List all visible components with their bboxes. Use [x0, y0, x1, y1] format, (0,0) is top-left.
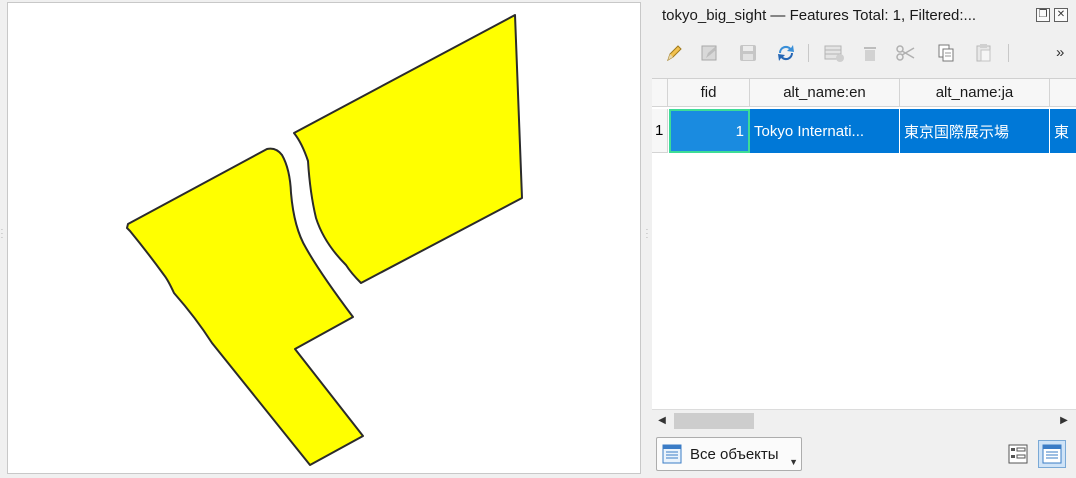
dock-title: tokyo_big_sight — Features Total: 1, Fil…	[662, 7, 977, 24]
table-icon	[662, 444, 682, 464]
attribute-table: fid alt_name:en alt_name:ja 1 1 Tokyo In…	[652, 78, 1076, 430]
column-header-fid[interactable]: fid	[668, 79, 750, 107]
close-icon: ✕	[1056, 9, 1066, 20]
column-header-alt-name-en[interactable]: alt_name:en	[750, 79, 900, 107]
table-cell-fid[interactable]: 1	[669, 109, 750, 153]
table-cell-next[interactable]: 東	[1050, 109, 1076, 153]
pencil-icon	[667, 45, 682, 62]
toolbar-separator	[1008, 44, 1009, 62]
restore-icon: ❐	[1038, 9, 1048, 20]
map-svg	[126, 14, 523, 466]
close-dock-button[interactable]: ✕	[1054, 8, 1068, 22]
table-view-button[interactable]	[1038, 440, 1066, 468]
copy-icon	[938, 44, 954, 62]
form-view-icon	[1008, 444, 1028, 464]
attribute-table-dock: tokyo_big_sight — Features Total: 1, Fil…	[652, 0, 1076, 478]
feature-filter-dropdown[interactable]: Все объекты ▼	[656, 437, 802, 471]
cell-text: 東京国際展示場	[904, 123, 1010, 141]
row-header[interactable]: 1	[652, 109, 668, 153]
feature-polygon-east[interactable]	[293, 14, 523, 284]
cell-text: Tokyo Internati...	[754, 122, 865, 140]
paste-button[interactable]	[972, 41, 996, 65]
table-view-icon	[1042, 444, 1062, 464]
delete-feature-button[interactable]	[858, 41, 882, 65]
add-feature-icon	[824, 45, 844, 62]
cell-text: 東	[1054, 123, 1070, 141]
horizontal-scrollbar[interactable]: ◀ ▶	[652, 409, 1076, 430]
save-edits-button[interactable]	[736, 41, 760, 65]
column-header-next[interactable]	[1050, 79, 1076, 107]
corner-header[interactable]	[652, 79, 668, 107]
table-cell-alt-name-ja[interactable]: 東京国際展示場	[900, 109, 1050, 153]
paste-icon	[976, 44, 991, 62]
column-header-alt-name-ja[interactable]: alt_name:ja	[900, 79, 1050, 107]
float-dock-button[interactable]: ❐	[1036, 8, 1050, 22]
map-canvas[interactable]	[7, 2, 641, 474]
scroll-left-icon[interactable]: ◀	[654, 413, 670, 429]
cut-icon	[896, 45, 915, 61]
save-icon	[740, 45, 756, 61]
multi-edit-button[interactable]	[698, 41, 722, 65]
scrollbar-thumb[interactable]	[674, 413, 754, 429]
chevron-down-icon: ▼	[789, 457, 798, 467]
toggle-editing-button[interactable]	[662, 41, 686, 65]
toolbar-separator	[808, 44, 809, 62]
attribute-toolbar: »	[652, 36, 1076, 70]
cut-button[interactable]	[894, 41, 918, 65]
reload-icon	[778, 45, 794, 61]
copy-button[interactable]	[934, 41, 958, 65]
qgis-window: · · · · · · tokyo_big_sight — Features Total…	[0, 0, 1076, 478]
cell-text: 1	[735, 122, 744, 140]
dock-splitter-handle[interactable]: · · ·	[645, 226, 649, 248]
form-view-button[interactable]	[1004, 440, 1032, 468]
scroll-right-icon[interactable]: ▶	[1056, 413, 1072, 429]
table-cell-alt-name-en[interactable]: Tokyo Internati...	[750, 109, 900, 153]
reload-button[interactable]	[774, 41, 798, 65]
delete-icon	[864, 47, 876, 61]
toolbar-more-button[interactable]: »	[1056, 44, 1064, 61]
left-splitter-handle[interactable]: · · ·	[0, 226, 4, 248]
multi-edit-icon	[701, 45, 717, 61]
filter-label: Все объекты	[690, 445, 779, 463]
add-feature-button[interactable]	[822, 41, 846, 65]
